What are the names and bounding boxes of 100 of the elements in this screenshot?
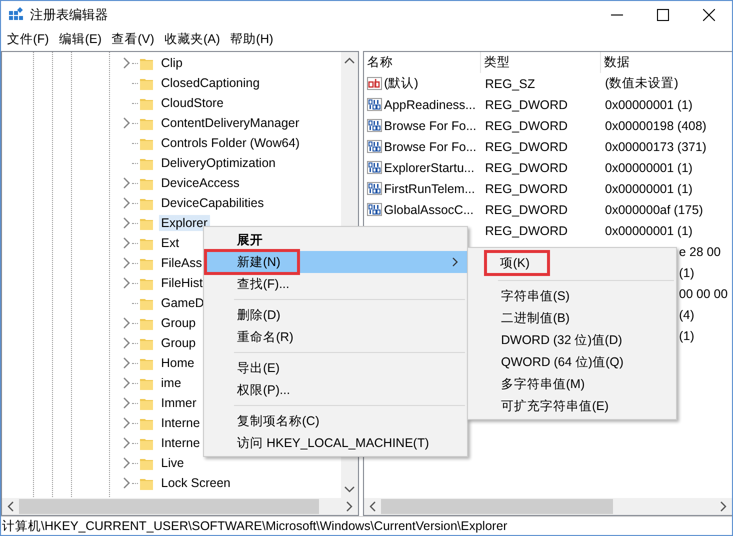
tree-item[interactable]: Immer	[159, 395, 198, 411]
menu-item[interactable]: 查找(F)...	[204, 273, 467, 295]
menu-item[interactable]: 字符串值(S)	[468, 285, 676, 307]
tree-item[interactable]: Explorer	[159, 215, 210, 231]
menu-item[interactable]: 二进制值(B)	[468, 307, 676, 329]
value-data: 0x00000001 (1)	[605, 98, 693, 112]
value-data: 0x00000001 (1)	[605, 160, 693, 174]
expand-chevron-icon[interactable]	[122, 257, 130, 269]
window-title: 注册表编辑器	[30, 6, 109, 24]
tree-item[interactable]: Clip	[159, 55, 185, 71]
menu-item[interactable]: 可扩充字符串值(E)	[468, 395, 676, 417]
tree-item[interactable]: Group	[159, 335, 198, 351]
column-header[interactable]: 数据	[601, 52, 732, 73]
tree-item[interactable]: ime	[159, 375, 184, 391]
expand-chevron-icon[interactable]	[122, 277, 130, 289]
status-path: 计算机\HKEY_CURRENT_USER\SOFTWARE\Microsoft\Windows\CurrentVersion\Explorer	[2, 518, 508, 534]
value-name[interactable]: FirstRunTelem...	[384, 182, 475, 196]
value-data: 00 00 00	[679, 286, 728, 300]
expand-chevron-icon[interactable]	[122, 337, 130, 349]
tree-item[interactable]: FileAss	[159, 255, 204, 271]
menu-item[interactable]: 展开	[204, 229, 467, 251]
menu-item[interactable]: 多字符串值(M)	[468, 373, 676, 395]
value-data: 0x00000001 (1)	[605, 182, 693, 196]
value-type: REG_SZ	[485, 76, 536, 90]
value-type: REG_DWORD	[485, 118, 568, 132]
tree-item[interactable]: DeviceAccess	[159, 175, 242, 191]
scrollbar-thumb[interactable]	[381, 499, 613, 514]
maximize-icon	[657, 9, 669, 21]
tree-item[interactable]: FileHist	[159, 275, 205, 291]
value-data: (1)	[679, 328, 694, 342]
string-value-icon	[367, 76, 382, 91]
value-data: 0x00000198 (408)	[605, 118, 706, 132]
value-data: (4)	[679, 308, 694, 322]
expand-chevron-icon[interactable]	[122, 437, 130, 449]
horizontal-scrollbar[interactable]	[364, 498, 732, 515]
menu-item[interactable]: 删除(D)	[204, 304, 467, 326]
expand-chevron-icon[interactable]	[122, 477, 130, 489]
column-header[interactable]: 类型	[481, 52, 601, 73]
menu-item[interactable]: 新建(N)	[204, 251, 467, 273]
horizontal-scrollbar[interactable]	[2, 498, 358, 515]
expand-chevron-icon[interactable]	[122, 117, 130, 129]
tree-item[interactable]: CloudStore	[159, 95, 226, 111]
value-name[interactable]: AppReadiness...	[384, 98, 476, 112]
expand-chevron-icon[interactable]	[122, 57, 130, 69]
value-name[interactable]: GlobalAssocC...	[384, 202, 474, 216]
menu-item[interactable]: 文件(F)	[3, 30, 55, 48]
expand-chevron-icon[interactable]	[122, 237, 130, 249]
expand-chevron-icon[interactable]	[122, 317, 130, 329]
value-data: (数值未设置)	[605, 75, 678, 92]
menu-item[interactable]: 访问 HKEY_LOCAL_MACHINE(T)	[204, 432, 467, 454]
menu-item[interactable]: 收藏夹(A)	[160, 30, 226, 48]
binary-value-icon	[367, 97, 382, 112]
tree-item[interactable]: Lock Screen	[159, 475, 232, 491]
value-name[interactable]: Browse For Fo...	[384, 140, 476, 154]
menu-item[interactable]: 帮助(H)	[226, 30, 280, 48]
binary-value-icon	[367, 181, 382, 196]
expand-chevron-icon[interactable]	[122, 197, 130, 209]
tree-item[interactable]: GameD	[159, 295, 206, 311]
expand-chevron-icon[interactable]	[122, 457, 130, 469]
value-name[interactable]: Browse For Fo...	[384, 118, 476, 132]
expand-chevron-icon[interactable]	[122, 217, 130, 229]
value-type: REG_DWORD	[485, 98, 568, 112]
scrollbar-thumb[interactable]	[19, 499, 319, 514]
menu-item[interactable]: 编辑(E)	[54, 30, 108, 48]
tree-item[interactable]: Interne	[159, 435, 202, 451]
menu-item[interactable]: 权限(P)...	[204, 379, 467, 401]
expand-chevron-icon[interactable]	[122, 417, 130, 429]
menu-item[interactable]: 重命名(R)	[204, 326, 467, 348]
value-name[interactable]: (默认)	[384, 75, 418, 92]
menu-item[interactable]: 导出(E)	[204, 357, 467, 379]
value-data: 0x00000001 (1)	[605, 224, 693, 238]
minimize-icon	[611, 14, 623, 16]
expand-chevron-icon[interactable]	[122, 397, 130, 409]
menu-item[interactable]: 项(K)	[484, 250, 550, 276]
binary-value-icon	[367, 139, 382, 154]
tree-item[interactable]: Interne	[159, 415, 202, 431]
column-header[interactable]: 名称	[364, 52, 481, 73]
value-type: REG_DWORD	[485, 202, 568, 216]
tree-item[interactable]: Group	[159, 315, 198, 331]
close-icon	[703, 9, 715, 21]
binary-value-icon	[367, 160, 382, 175]
tree-item[interactable]: ContentDeliveryManager	[159, 115, 302, 131]
value-type: REG_DWORD	[485, 224, 568, 238]
tree-item[interactable]: DeviceCapabilities	[159, 195, 266, 211]
binary-value-icon	[367, 202, 382, 217]
menu-item[interactable]: 复制项名称(C)	[204, 410, 467, 432]
tree-item[interactable]: ClosedCaptioning	[159, 75, 262, 91]
expand-chevron-icon[interactable]	[122, 177, 130, 189]
tree-item[interactable]: Controls Folder (Wow64)	[159, 135, 302, 151]
value-name[interactable]: ExplorerStartu...	[384, 160, 474, 174]
expand-chevron-icon[interactable]	[122, 377, 130, 389]
tree-item[interactable]: DeliveryOptimization	[159, 155, 278, 171]
tree-item[interactable]: Live	[159, 455, 186, 471]
menu-item[interactable]: 查看(V)	[108, 30, 160, 48]
tree-item[interactable]: Home	[159, 355, 196, 371]
value-type: REG_DWORD	[485, 160, 568, 174]
menu-item[interactable]: QWORD (64 位)值(Q)	[468, 351, 676, 373]
menu-item[interactable]: DWORD (32 位)值(D)	[468, 329, 676, 351]
tree-item[interactable]: Ext	[159, 235, 182, 251]
expand-chevron-icon[interactable]	[122, 357, 130, 369]
